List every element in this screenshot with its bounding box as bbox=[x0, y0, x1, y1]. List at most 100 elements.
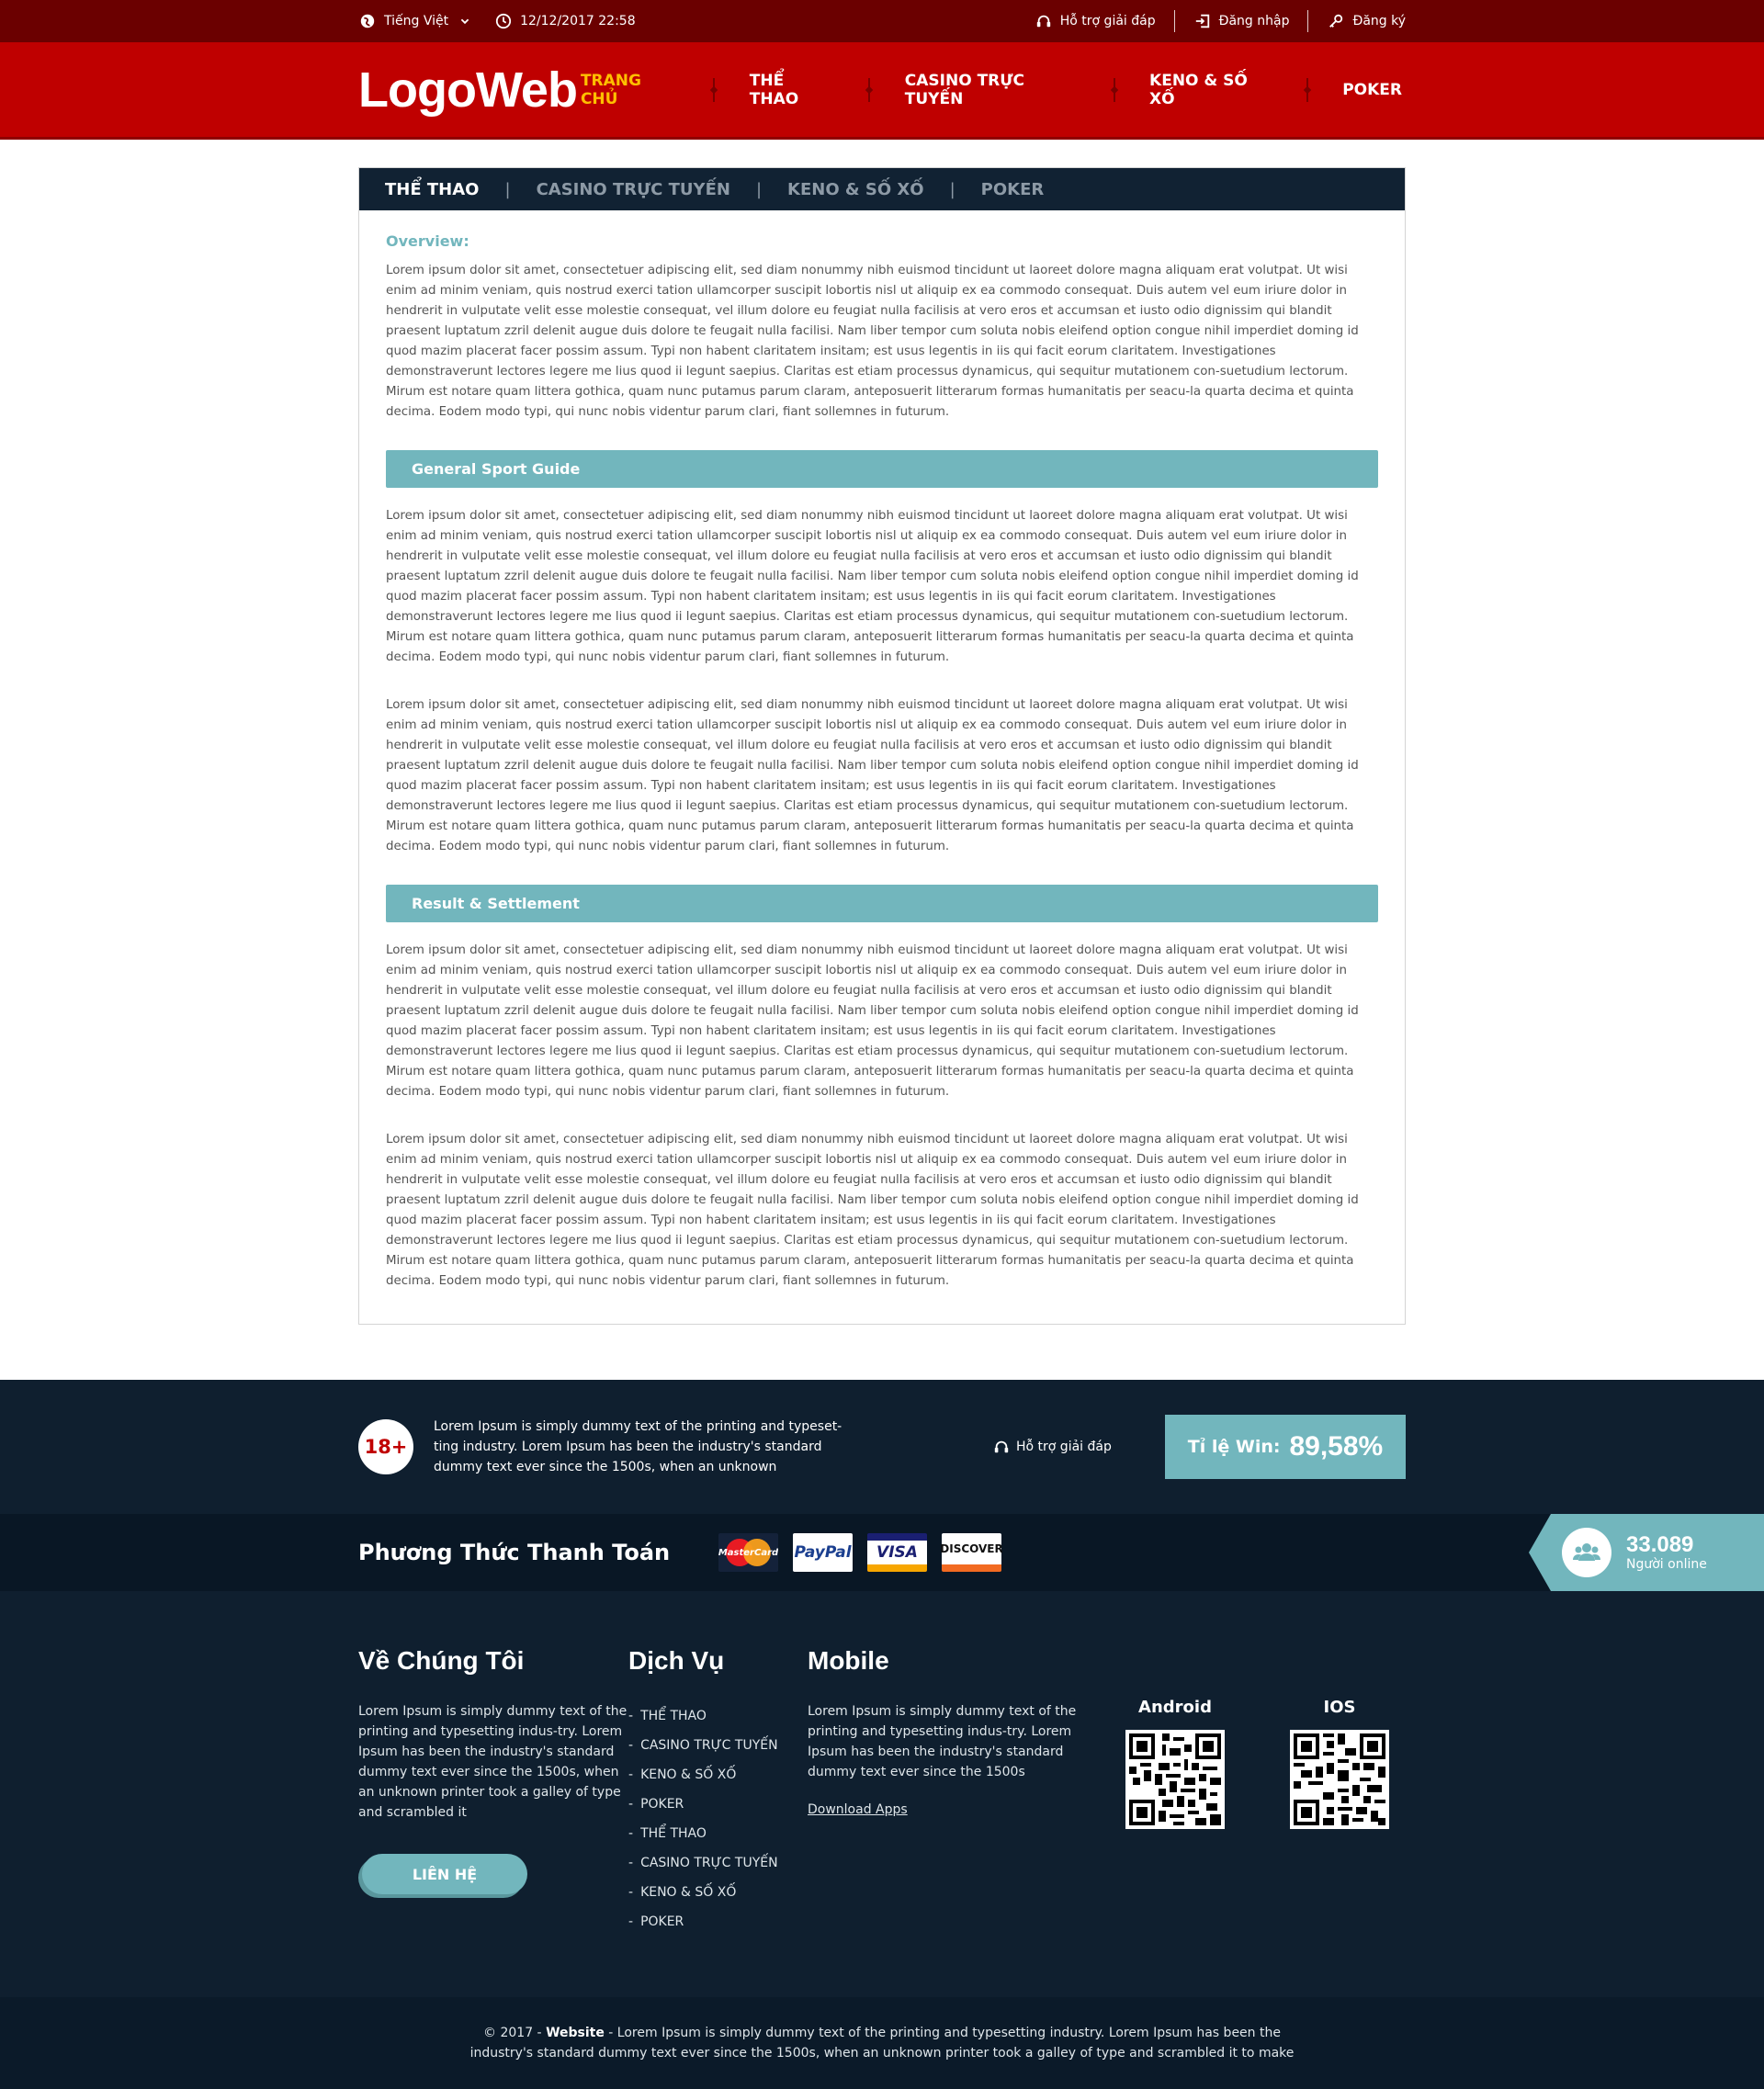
language-label: Tiếng Việt bbox=[384, 14, 449, 28]
tab-divider: | bbox=[949, 179, 956, 199]
footer-support-link[interactable]: Hỗ trợ giải đáp bbox=[992, 1438, 1112, 1456]
overview-title: Overview: bbox=[386, 232, 469, 250]
tab-casino[interactable]: CASINO TRỰC TUYẾN bbox=[537, 180, 730, 199]
service-link[interactable]: CASINO TRỰC TUYẾN bbox=[628, 1731, 808, 1760]
topbar-divider bbox=[1173, 10, 1175, 32]
site-logo[interactable]: LogoWeb bbox=[358, 62, 578, 119]
paypal-logo: PayPal bbox=[793, 1533, 853, 1572]
nav-item-keno[interactable]: KENO & SỐ XỐ bbox=[1146, 72, 1275, 108]
key-icon bbox=[1327, 12, 1345, 30]
visa-logo: VISA bbox=[867, 1533, 927, 1572]
nav-divider bbox=[709, 77, 718, 102]
login-link[interactable]: Đăng nhập bbox=[1193, 12, 1290, 30]
sport-guide-paragraph: Lorem ipsum dolor sit amet, consectetuer… bbox=[386, 509, 1359, 664]
footer-mobile: Mobile Lorem Ipsum is simply dummy text … bbox=[808, 1646, 1102, 1937]
payment-title: Phương Thức Thanh Toán bbox=[358, 1540, 671, 1565]
nav-item-casino[interactable]: CASINO TRỰC TUYẾN bbox=[901, 72, 1082, 108]
age-notice-text: Lorem Ipsum is simply dummy text of the … bbox=[434, 1419, 842, 1474]
tab-sports[interactable]: THỂ THAO bbox=[385, 180, 479, 199]
contact-button[interactable]: LIÊN HỆ bbox=[362, 1854, 527, 1894]
content-area: THỂ THAO | CASINO TRỰC TUYẾN | KENO & SỐ… bbox=[0, 140, 1764, 1380]
datetime-text: 12/12/2017 22:58 bbox=[520, 14, 636, 28]
app-qr-codes: Android IOS bbox=[1102, 1646, 1406, 1937]
site-header: LogoWeb TRANG CHỦ THỂ THAO CASINO TRỰC T… bbox=[0, 42, 1764, 140]
clock-icon bbox=[494, 12, 513, 30]
service-link[interactable]: POKER bbox=[628, 1907, 808, 1937]
overview-paragraph: Lorem ipsum dolor sit amet, consectetuer… bbox=[386, 264, 1359, 419]
copyright-text: © 2017 - Website - Lorem Ipsum is simply… bbox=[469, 2026, 1295, 2061]
nav-divider bbox=[865, 77, 873, 102]
top-bar: Tiếng Việt 12/12/2017 22:58 Hỗ trợ giải … bbox=[0, 0, 1764, 42]
tab-keno[interactable]: KENO & SỐ XỐ bbox=[787, 180, 924, 199]
users-icon bbox=[1562, 1528, 1611, 1577]
ios-label: IOS bbox=[1323, 1698, 1356, 1717]
nav-item-home[interactable]: TRANG CHỦ bbox=[577, 72, 682, 108]
discover-logo: DISCOVER bbox=[940, 1533, 1003, 1572]
qr-code-icon bbox=[1125, 1730, 1225, 1829]
win-rate-value: 89,58% bbox=[1289, 1431, 1384, 1462]
footer-services: Dịch Vụ THỂ THAO CASINO TRỰC TUYẾN KENO … bbox=[628, 1646, 808, 1937]
service-link[interactable]: KENO & SỐ XỐ bbox=[628, 1760, 808, 1790]
win-rate-label: Tỉ lệ Win: bbox=[1187, 1437, 1281, 1457]
nav-divider bbox=[1303, 77, 1311, 102]
tab-poker[interactable]: POKER bbox=[981, 180, 1045, 199]
content-tabs: THỂ THAO | CASINO TRỰC TUYẾN | KENO & SỐ… bbox=[359, 168, 1405, 210]
service-link[interactable]: POKER bbox=[628, 1790, 808, 1819]
footer-info-bar: 18+ Lorem Ipsum is simply dummy text of … bbox=[0, 1380, 1764, 1514]
nav-item-sports[interactable]: THỂ THAO bbox=[746, 72, 838, 108]
mastercard-logo: MasterCard bbox=[718, 1533, 778, 1572]
result-paragraph: Lorem ipsum dolor sit amet, consectetuer… bbox=[386, 943, 1359, 1099]
nav-divider bbox=[1110, 77, 1118, 102]
mobile-text: Lorem Ipsum is simply dummy text of the … bbox=[808, 1704, 1077, 1779]
content-box: THỂ THAO | CASINO TRỰC TUYẾN | KENO & SỐ… bbox=[358, 167, 1406, 1325]
mobile-title: Mobile bbox=[808, 1646, 889, 1675]
section-header-result-settlement: Result & Settlement bbox=[386, 885, 1378, 922]
register-label: Đăng ký bbox=[1352, 14, 1406, 28]
headset-icon bbox=[1035, 12, 1053, 30]
tab-divider: | bbox=[755, 179, 763, 199]
services-title: Dịch Vụ bbox=[628, 1646, 725, 1675]
content-body: Overview: Lorem ipsum dolor sit amet, co… bbox=[359, 210, 1405, 1324]
qr-code-icon bbox=[1290, 1730, 1389, 1829]
globe-icon bbox=[358, 12, 377, 30]
datetime-display: 12/12/2017 22:58 bbox=[494, 12, 636, 30]
chevron-down-icon bbox=[456, 12, 474, 30]
main-nav: TRANG CHỦ THỂ THAO CASINO TRỰC TUYẾN KEN… bbox=[577, 72, 1406, 108]
about-title: Về Chúng Tôi bbox=[358, 1646, 525, 1675]
service-link[interactable]: THỂ THAO bbox=[628, 1701, 808, 1731]
payment-bar: Phương Thức Thanh Toán MasterCard PayPal… bbox=[0, 1514, 1764, 1591]
download-apps-link[interactable]: Download Apps bbox=[808, 1802, 908, 1817]
login-icon bbox=[1193, 12, 1212, 30]
support-link[interactable]: Hỗ trợ giải đáp bbox=[1035, 12, 1156, 30]
login-label: Đăng nhập bbox=[1218, 14, 1290, 28]
service-link[interactable]: CASINO TRỰC TUYẾN bbox=[628, 1848, 808, 1878]
headset-icon bbox=[992, 1438, 1011, 1456]
services-list: THỂ THAO CASINO TRỰC TUYẾN KENO & SỐ XỐ … bbox=[628, 1701, 808, 1937]
register-link[interactable]: Đăng ký bbox=[1327, 12, 1406, 30]
age-badge: 18+ bbox=[358, 1419, 413, 1474]
footer-about: Về Chúng Tôi Lorem Ipsum is simply dummy… bbox=[358, 1646, 628, 1937]
support-label: Hỗ trợ giải đáp bbox=[1059, 14, 1156, 28]
service-link[interactable]: THỂ THAO bbox=[628, 1819, 808, 1848]
copyright-bar: © 2017 - Website - Lorem Ipsum is simply… bbox=[0, 1997, 1764, 2089]
nav-item-poker[interactable]: POKER bbox=[1339, 81, 1406, 99]
topbar-divider bbox=[1307, 10, 1309, 32]
android-label: Android bbox=[1138, 1698, 1212, 1717]
result-paragraph: Lorem ipsum dolor sit amet, consectetuer… bbox=[386, 1133, 1359, 1288]
ios-qr[interactable]: IOS bbox=[1284, 1698, 1395, 1937]
tab-divider: | bbox=[504, 179, 511, 199]
footer-main: Về Chúng Tôi Lorem Ipsum is simply dummy… bbox=[0, 1591, 1764, 1997]
android-qr[interactable]: Android bbox=[1120, 1698, 1230, 1937]
payment-cards: MasterCard PayPal VISA DISCOVER bbox=[718, 1533, 1003, 1572]
footer-support-label: Hỗ trợ giải đáp bbox=[1016, 1440, 1112, 1454]
section-header-sport-guide: General Sport Guide bbox=[386, 450, 1378, 488]
online-count: 33.089 bbox=[1626, 1532, 1694, 1557]
service-link[interactable]: KENO & SỐ XỐ bbox=[628, 1878, 808, 1907]
online-users-badge: 33.089 Người online bbox=[1529, 1514, 1764, 1591]
site-link[interactable]: Website bbox=[546, 2026, 605, 2040]
about-text: Lorem Ipsum is simply dummy text of the … bbox=[358, 1704, 628, 1820]
online-label: Người online bbox=[1626, 1557, 1707, 1572]
win-rate-box: Tỉ lệ Win: 89,58% bbox=[1165, 1415, 1406, 1479]
sport-guide-paragraph: Lorem ipsum dolor sit amet, consectetuer… bbox=[386, 698, 1359, 853]
language-selector[interactable]: Tiếng Việt bbox=[358, 12, 474, 30]
